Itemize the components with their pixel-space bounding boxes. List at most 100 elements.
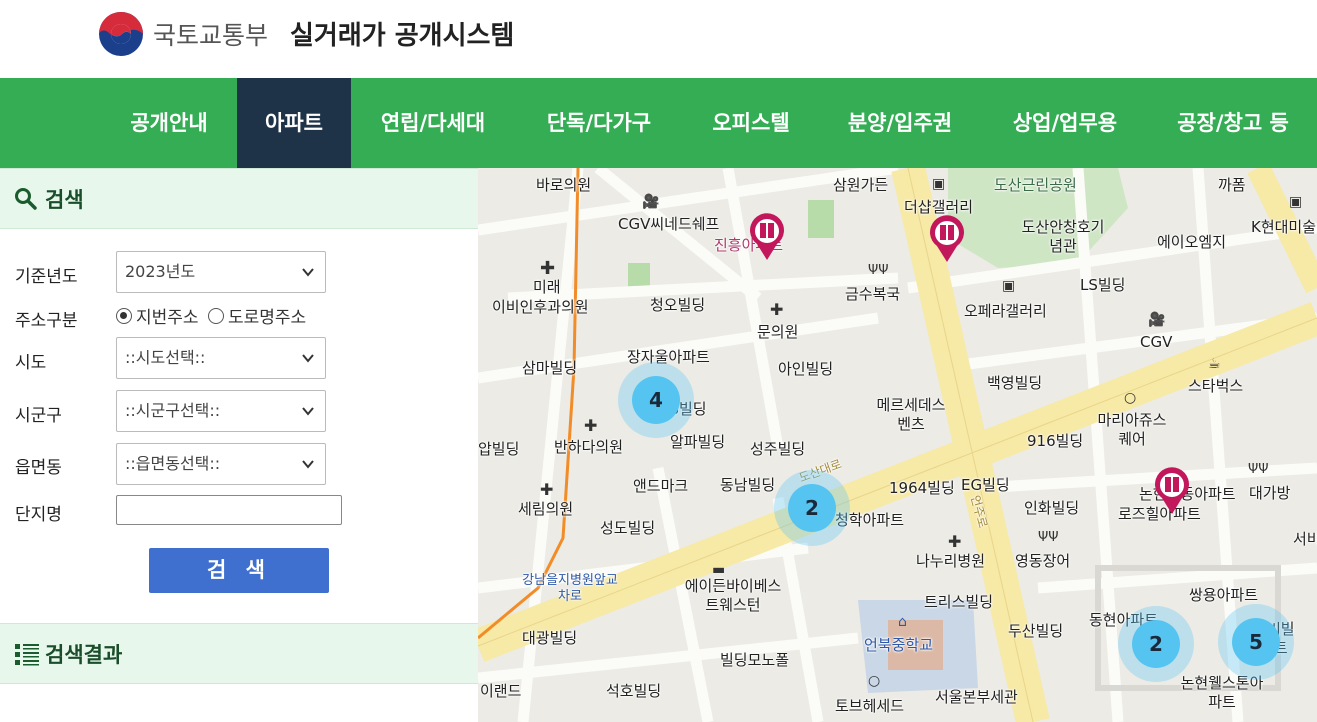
map-label: 문의원 — [757, 323, 799, 341]
map-label: 마리아쥬스퀘어 — [1097, 411, 1167, 448]
map-label: LS빌딩 — [1080, 276, 1126, 294]
search-sidebar: 검색 기준년도 2023년도 주소구분 지번주소 도로명주소 시도 ::시도선택… — [0, 168, 478, 722]
year-label: 기준년도 — [15, 267, 78, 287]
map-label: 1964빌딩 — [889, 479, 955, 497]
dong-select-value: ::읍면동선택:: — [125, 454, 221, 473]
results-section-header: 검색결과 — [0, 623, 478, 684]
year-select-value: 2023년도 — [125, 262, 196, 281]
sigungu-label: 시군구 — [15, 406, 62, 426]
sigungu-select-value: ::시군구선택:: — [125, 401, 221, 420]
search-icon — [15, 188, 37, 210]
map-label: 까폼 — [1218, 176, 1246, 194]
nav-item-apartment[interactable]: 아파트 — [237, 78, 351, 168]
apartment-pin-icon[interactable] — [1153, 466, 1191, 516]
results-section-title: 검색결과 — [45, 643, 123, 667]
system-name[interactable]: 실거래가 공개시스템 — [290, 15, 514, 52]
chevron-down-icon — [302, 407, 314, 416]
map-label: 에이든바이베스트웨스턴 — [684, 577, 782, 614]
cluster-count: 4 — [632, 376, 680, 424]
map-label: 석호빌딩 — [606, 682, 662, 700]
map-label: 도산근린공원 — [994, 176, 1077, 194]
cluster-2-b[interactable]: 2 — [1118, 606, 1194, 682]
gallery-icon: ▣ — [1002, 278, 1016, 294]
map-label: 성주빌딩 — [750, 440, 806, 458]
map-label: 두산빌딩 — [1008, 622, 1064, 640]
nav-item-commercial[interactable]: 상업/업무용 — [997, 78, 1133, 168]
map-label: 서울본부세관 — [935, 688, 1018, 706]
map-label: 916빌딩 — [1027, 432, 1084, 450]
nav-item-factory[interactable]: 공장/창고 등 — [1160, 78, 1306, 168]
map-label: 언북중학교 — [864, 636, 934, 654]
ring-icon: ○ — [1124, 390, 1137, 406]
government-emblem-icon[interactable] — [98, 11, 144, 57]
cluster-count: 2 — [1132, 620, 1180, 668]
school-icon: ⌂ — [898, 614, 907, 630]
map-label: 강남을지병원앞교차로 — [522, 573, 618, 604]
map-label: 삼원가든 — [833, 176, 889, 194]
map-label: 성도빌딩 — [600, 519, 656, 537]
map-label: 나누리병원 — [916, 552, 986, 570]
restaurant-icon: ΨΨ — [1038, 530, 1059, 545]
nav-item-officetel[interactable]: 오피스텔 — [696, 78, 806, 168]
map-label: 에이오엠지 — [1157, 233, 1227, 251]
chevron-down-icon — [302, 268, 314, 277]
map-label: 스타벅스 — [1188, 377, 1244, 395]
search-button[interactable]: 검 색 — [149, 548, 329, 593]
main-nav: 공개안내 아파트 연립/다세대 단독/다가구 오피스텔 분양/입주권 상업/업무… — [0, 78, 1317, 168]
hospital-icon: ✚ — [770, 300, 784, 319]
apartment-pin-icon[interactable] — [928, 214, 966, 264]
nav-item-presale[interactable]: 분양/입주권 — [833, 78, 967, 168]
cinema-icon: 🎥 — [642, 194, 660, 210]
restaurant-icon: ΨΨ — [1248, 462, 1269, 477]
nav-item-detached[interactable]: 단독/다가구 — [530, 78, 668, 168]
map-label: EG빌딩 — [961, 476, 1010, 494]
hospital-icon: ✚ — [948, 532, 962, 551]
site-header: 국토교통부 실거래가 공개시스템 — [0, 0, 1317, 78]
cafe-icon: ☕ — [1208, 356, 1221, 372]
nav-item-rowhouse[interactable]: 연립/다세대 — [366, 78, 500, 168]
nav-item-guide[interactable]: 공개안내 — [114, 78, 224, 168]
address-option-road: 도로명주소 — [227, 308, 307, 328]
map-label: 아인빌딩 — [778, 360, 834, 378]
search-section-header: 검색 — [0, 168, 478, 229]
sido-select[interactable]: ::시도선택:: — [116, 337, 326, 379]
map-label: 쌍용아파트 — [1189, 586, 1259, 604]
map-label: 대광빌딩 — [522, 629, 578, 647]
map-label: 이랜드 — [480, 682, 522, 700]
map-label: 오페라갤러리 — [964, 302, 1047, 320]
year-select[interactable]: 2023년도 — [116, 251, 326, 293]
list-icon — [15, 644, 39, 666]
map-label: 빌딩모노폴 — [720, 651, 790, 669]
dong-select[interactable]: ::읍면동선택:: — [116, 443, 326, 485]
sigungu-select[interactable]: ::시군구선택:: — [116, 390, 326, 432]
apartment-pin-icon[interactable] — [748, 212, 786, 262]
map-label: 토브헤세드 — [835, 697, 905, 715]
cluster-count: 5 — [1232, 618, 1280, 666]
address-type-label: 주소구분 — [15, 311, 78, 331]
address-radio-jibun[interactable] — [116, 308, 132, 324]
cluster-2-a[interactable]: 2 — [774, 470, 850, 546]
map-label: 메르세데스벤츠 — [876, 396, 946, 433]
map-label: 이비인후과의원 — [492, 298, 589, 316]
address-radio-road[interactable] — [207, 308, 224, 324]
chevron-down-icon — [302, 354, 314, 363]
dong-label: 읍면동 — [15, 458, 62, 478]
address-option-jibun: 지번주소 — [136, 308, 199, 328]
map-label: 세림의원 — [518, 500, 574, 518]
map-label: 서비 — [1293, 530, 1317, 548]
complex-name-input[interactable] — [116, 495, 342, 525]
cluster-5[interactable]: 5 — [1218, 604, 1294, 680]
cluster-4[interactable]: 4 — [618, 362, 694, 438]
map-label: 바로의원 — [536, 176, 592, 194]
map-label: 인화빌딩 — [1024, 499, 1080, 517]
chevron-down-icon — [302, 460, 314, 469]
restaurant-icon: ΨΨ — [868, 263, 889, 278]
map-label: 알파빌딩 — [670, 433, 726, 451]
map-label: 반하다의원 — [554, 438, 624, 456]
cinema-icon: 🎥 — [1148, 312, 1166, 328]
map-label: 청오빌딩 — [650, 296, 706, 314]
map-label: K현대미술 — [1251, 218, 1317, 236]
hospital-icon: ✚ — [540, 480, 554, 499]
map-label: 대가방 — [1249, 484, 1291, 502]
map-view[interactable]: 바로의원 CGV씨네드쉐프 미래 이비인후과의원 청오빌딩 문의원 삼원가든 더… — [478, 168, 1317, 722]
